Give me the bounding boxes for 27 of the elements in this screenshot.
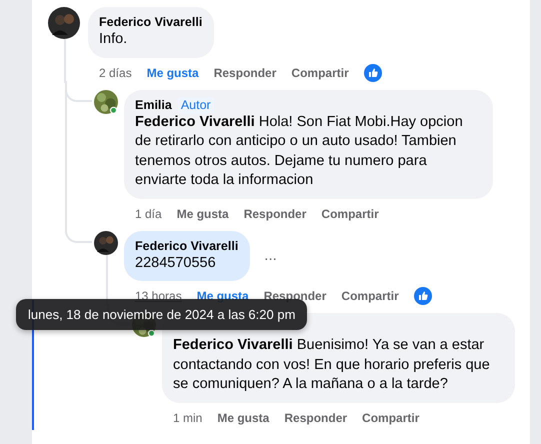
author-name[interactable]: Emilia [135, 96, 172, 112]
share-button[interactable]: Compartir [341, 289, 399, 303]
avatar[interactable] [94, 230, 118, 254]
reply-button[interactable]: Responder [284, 410, 348, 424]
author-badge: Autor [178, 96, 214, 112]
author-name[interactable]: Federico Vivarelli [99, 14, 202, 30]
share-button[interactable]: Compartir [321, 206, 379, 220]
timestamp-link[interactable]: 1 min [173, 410, 202, 424]
more-options-button[interactable]: ... [260, 247, 281, 264]
author-name[interactable]: Federico Vivarelli [135, 238, 238, 254]
avatar[interactable] [94, 90, 118, 114]
timestamp-link[interactable]: 1 día [135, 206, 162, 220]
reply-button[interactable]: Responder [244, 206, 306, 220]
thread-connector [65, 80, 92, 102]
like-button[interactable]: Me gusta [217, 410, 270, 424]
reply-button[interactable]: Responder [214, 66, 276, 80]
comment-text: Info. [99, 30, 128, 49]
comment-text: Federico Vivarelli Buenisimo! Ya se van a estar contactando con vos! En que horario preferis que se comuniquen? A la mañana o a la tarde? [173, 336, 491, 394]
like-button[interactable]: Me gusta [146, 66, 199, 80]
comment-text: Federico Vivarelli Hola! Son Fiat Mobi.Hay opcion de retirarlo con anticipo o un auto usado! Tambien tenemos otros autos. Dejame tu numero para enviarte toda la informacion [135, 112, 464, 190]
timestamp-link[interactable]: 2 días [99, 66, 132, 80]
comment-text: 2284570556 [135, 254, 217, 272]
avatar[interactable] [48, 7, 80, 39]
thread-connector [65, 222, 92, 242]
like-button[interactable]: Me gusta [176, 206, 229, 220]
share-button[interactable]: Compartir [362, 410, 420, 424]
share-button[interactable]: Compartir [291, 66, 349, 80]
